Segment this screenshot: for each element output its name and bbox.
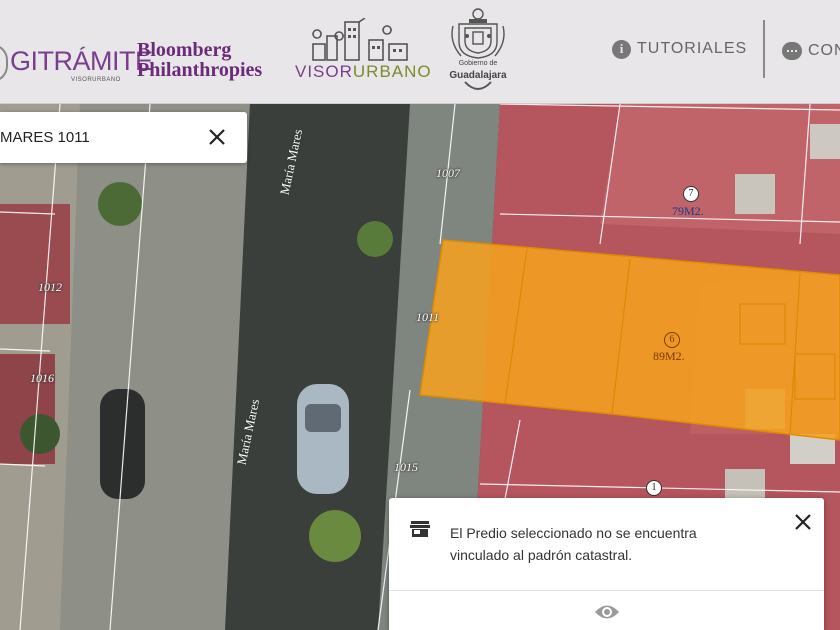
house-number: 1007 (436, 166, 460, 180)
search-box[interactable]: MARES 1011 (0, 112, 247, 163)
coat-of-arms-icon (451, 8, 505, 59)
bloomberg-logo-line2: Philanthropies (137, 59, 263, 81)
gobierno-logo-arc (464, 81, 492, 90)
visor-urbano-logo[interactable]: VISORURBANO (295, 14, 431, 84)
close-icon (209, 129, 225, 145)
chat-icon (782, 42, 802, 60)
info-card-divider (389, 590, 824, 591)
gitramite-logo-mark (0, 44, 8, 82)
house-number: 1015 (394, 460, 418, 474)
lot-number[interactable]: 7 (683, 186, 699, 202)
gobierno-logo-line1: Gobierno de (458, 60, 498, 67)
gobierno-guadalajara-logo[interactable]: Gobierno de Guadalajara (443, 6, 513, 96)
store-icon (410, 521, 430, 537)
search-clear-button[interactable] (204, 124, 230, 150)
gitramite-logo-subtext: VISORURBANO (71, 77, 121, 83)
lot-number[interactable]: 6 (664, 332, 680, 348)
lot-area: 79M2. (672, 204, 704, 218)
parcel-info-message: El Predio seleccionado no se encuentra v… (450, 525, 697, 563)
lot-number[interactable]: 1 (646, 480, 662, 496)
nav-divider (763, 20, 765, 78)
nav-tutoriales[interactable]: i TUTORIALES (612, 36, 747, 62)
visor-logo-part1: VISOR (295, 62, 353, 81)
search-input[interactable]: MARES 1011 (0, 129, 90, 146)
app-header: GITRÁMITE VISORURBANO Bloomberg Philanth… (0, 0, 840, 104)
visor-urbano-logo-text: VISORURBANO (295, 62, 432, 82)
info-icon: i (612, 39, 631, 59)
house-number: 1012 (38, 280, 62, 294)
bloomberg-logo[interactable]: Bloomberg Philanthropies (137, 40, 262, 80)
close-icon (795, 514, 811, 530)
nav-contacto-label: CON (808, 42, 840, 59)
nav-tutoriales-label: TUTORIALES (637, 40, 748, 57)
info-card-close-button[interactable] (791, 510, 815, 534)
house-number: 1016 (30, 371, 54, 385)
gitramite-logo-text: GITRÁMITE (10, 46, 153, 76)
eye-icon (595, 605, 619, 619)
visor-logo-part2: URBANO (352, 62, 432, 81)
city-skyline-icon (312, 18, 408, 61)
house-number: 1011 (416, 310, 440, 324)
bloomberg-logo-line1: Bloomberg (137, 39, 232, 61)
lot-area: 89M2. (653, 349, 685, 363)
nav-contacto[interactable]: CON (782, 38, 840, 64)
parcel-info-card: El Predio seleccionado no se encuentra v… (389, 498, 824, 630)
view-details-button[interactable] (594, 603, 620, 621)
